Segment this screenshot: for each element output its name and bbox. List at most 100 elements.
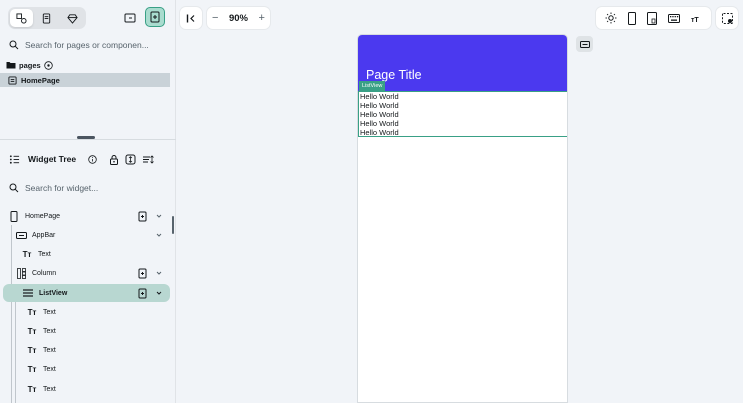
add-page-icon — [150, 11, 160, 23]
tree-item-label: ListView — [39, 289, 68, 297]
add-folder-button[interactable] — [120, 7, 140, 27]
tree-list-icon — [9, 154, 20, 164]
keyboard-icon[interactable] — [667, 13, 680, 23]
theme-button[interactable] — [61, 9, 84, 27]
sun-icon[interactable] — [605, 12, 617, 24]
diamond-icon — [67, 13, 78, 24]
tree-item-text[interactable]: Tт Text — [0, 245, 170, 263]
appbar-icon — [14, 231, 28, 239]
tree-item-label: HomePage — [25, 212, 61, 220]
tree-item-label: Text — [38, 250, 51, 258]
sort-filter-icon[interactable] — [142, 154, 155, 165]
search-icon — [9, 183, 19, 193]
chevron-down-icon[interactable] — [156, 214, 162, 218]
text-icon: Tт — [27, 384, 37, 394]
pages-button[interactable] — [35, 9, 58, 27]
expand-collapse-icon[interactable] — [125, 154, 136, 165]
add-child-icon[interactable] — [138, 288, 148, 299]
widget-search-input[interactable] — [25, 183, 165, 193]
info-icon[interactable] — [88, 154, 97, 164]
tree-item-actions — [138, 268, 162, 279]
widget-tree-title: Widget Tree — [28, 154, 77, 164]
tree-item-text[interactable]: Tт Text — [0, 341, 170, 359]
panel-scroll-handle[interactable] — [172, 216, 174, 234]
list-item[interactable]: Hello World — [359, 128, 567, 137]
chevron-down-icon[interactable] — [156, 233, 162, 237]
page-item-label: HomePage — [21, 75, 60, 85]
page-stack-icon — [43, 12, 51, 24]
appbar-title[interactable]: Page Title — [366, 68, 422, 82]
add-child-icon[interactable] — [138, 268, 148, 279]
zoom-control: − 90% + — [207, 7, 270, 29]
tree-item-label: Text — [43, 308, 56, 316]
widget-tree-header: Widget Tree — [0, 147, 176, 171]
folder-open-icon — [6, 62, 16, 69]
text-icon: Tт — [27, 307, 37, 317]
zoom-out-button[interactable]: − — [207, 12, 223, 24]
shapes-icon — [16, 12, 27, 24]
panel-divider — [0, 139, 176, 140]
device-preview[interactable]: Page Title ListView Hello World Hello Wo… — [357, 34, 568, 403]
frame-settings-icon — [721, 12, 733, 24]
list-item[interactable]: Hello World — [359, 92, 567, 101]
widget-tree-actions — [109, 154, 155, 165]
text-icon: Tт — [22, 249, 32, 259]
zoom-in-button[interactable]: + — [254, 12, 270, 24]
tree-item-homepage[interactable]: HomePage — [0, 207, 170, 225]
lock-icon[interactable] — [109, 154, 119, 165]
appbar[interactable]: Page Title — [358, 35, 567, 91]
pages-folder-label: pages — [19, 60, 41, 70]
tree-item-actions — [156, 233, 162, 237]
add-page-button[interactable] — [145, 7, 165, 27]
tree-item-label: Text — [43, 327, 56, 335]
phone-icon — [7, 210, 21, 222]
info-icon[interactable] — [43, 60, 53, 70]
page-search-input[interactable] — [25, 40, 165, 50]
left-panel: pages HomePage Widget Tree HomePage — [0, 0, 176, 403]
tree-item-column[interactable]: Column — [0, 264, 170, 282]
appbar-icon — [579, 40, 590, 48]
tree-item-actions — [138, 288, 162, 299]
text-icon: Tт — [27, 345, 37, 355]
tree-item-text[interactable]: Tт Text — [0, 360, 170, 378]
tree-item-label: Text — [43, 365, 56, 373]
page-icon — [8, 75, 17, 85]
widget-search[interactable] — [0, 179, 176, 197]
chevron-down-icon[interactable] — [156, 271, 162, 275]
tree-item-text[interactable]: Tт Text — [0, 380, 170, 398]
text-icon: Tт — [27, 364, 37, 374]
widget-palette-button[interactable] — [10, 9, 34, 27]
collapse-panel-button[interactable] — [180, 7, 202, 29]
column-icon — [14, 267, 28, 279]
tree-item-label: Column — [32, 269, 57, 277]
search-icon — [9, 40, 19, 50]
svg-text:тT: тT — [691, 17, 699, 23]
listview-badge: ListView — [359, 81, 386, 91]
tree-item-label: Text — [43, 385, 56, 393]
phone-icon[interactable] — [628, 11, 637, 25]
panel-mode-switch — [8, 7, 86, 29]
tree-item-label: Text — [43, 346, 56, 354]
text-scale-icon[interactable]: тT — [691, 14, 702, 23]
page-search[interactable] — [0, 36, 176, 54]
list-item[interactable]: Hello World — [359, 110, 567, 119]
appbar-toggle-chip[interactable] — [576, 36, 593, 52]
canvas-settings-button[interactable] — [716, 7, 738, 29]
list-icon — [21, 289, 35, 297]
add-child-icon[interactable] — [138, 211, 148, 222]
tablet-icon[interactable] — [646, 11, 657, 25]
tree-item-text[interactable]: Tт Text — [0, 303, 170, 321]
chevron-down-icon[interactable] — [156, 291, 162, 295]
zoom-level[interactable]: 90% — [225, 13, 252, 24]
tree-item-label: AppBar — [32, 231, 56, 239]
listview[interactable]: ListView Hello World Hello World Hello W… — [358, 81, 567, 137]
page-item-homepage[interactable]: HomePage — [0, 73, 170, 87]
tree-item-appbar[interactable]: AppBar — [0, 226, 170, 244]
list-item[interactable]: Hello World — [359, 101, 567, 110]
tree-item-text[interactable]: Tт Text — [0, 322, 170, 340]
list-item[interactable]: Hello World — [359, 119, 567, 128]
pages-folder[interactable]: pages — [6, 59, 53, 71]
tree-item-actions — [138, 211, 162, 222]
text-icon: Tт — [27, 326, 37, 336]
tree-item-listview[interactable]: ListView — [3, 284, 170, 302]
